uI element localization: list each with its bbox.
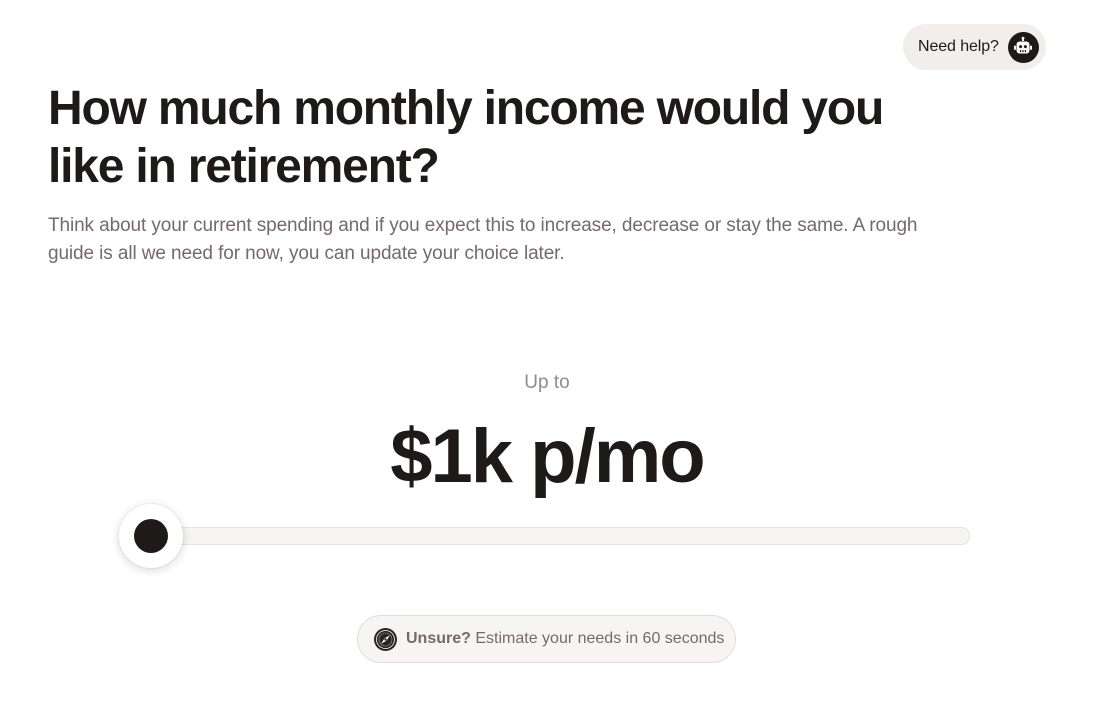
slider-thumb-dot: [134, 519, 168, 553]
robot-icon: [1007, 31, 1039, 63]
page-title: How much monthly income would you like i…: [48, 82, 884, 193]
slider-thumb[interactable]: [119, 504, 183, 568]
page-description: Think about your current spending and if…: [48, 215, 918, 264]
estimate-needs-label: Unsure? Estimate your needs in 60 second…: [406, 630, 724, 648]
need-help-label: Need help?: [918, 38, 999, 55]
unsure-strong-text: Unsure?: [406, 630, 471, 647]
need-help-button[interactable]: Need help?: [903, 24, 1046, 70]
income-amount: $1k p/mo: [390, 414, 705, 499]
income-slider[interactable]: [119, 504, 970, 568]
retirement-income-page: Need help? How much monthly income would…: [0, 0, 1094, 714]
compass-icon: [373, 627, 398, 652]
unsure-rest-text: Estimate your needs in 60 seconds: [470, 630, 725, 647]
estimate-needs-button[interactable]: Unsure? Estimate your needs in 60 second…: [357, 615, 736, 663]
amount-prefix: Up to: [524, 372, 570, 393]
